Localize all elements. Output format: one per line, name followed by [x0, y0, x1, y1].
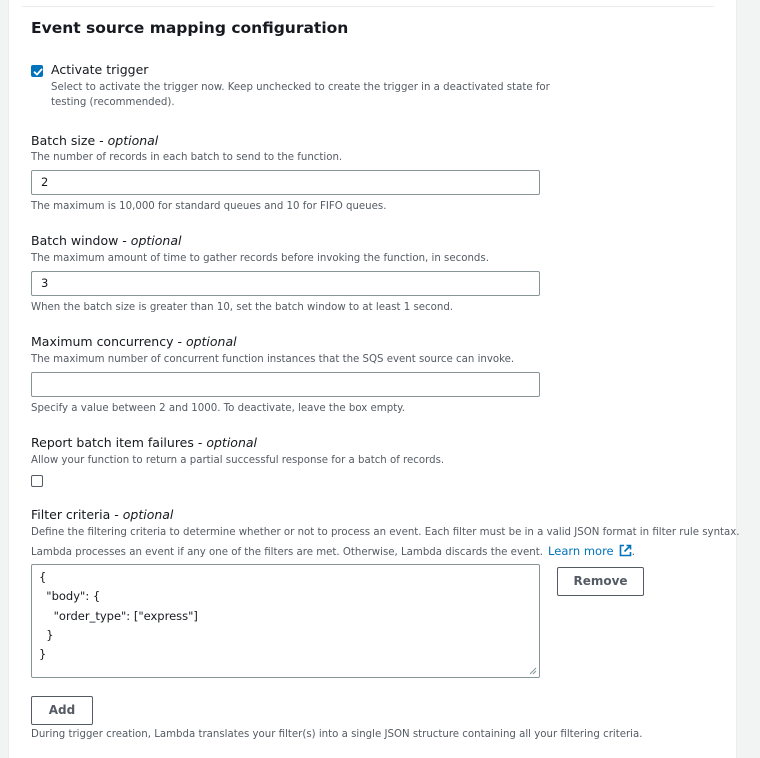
- batch-window-hint: When the batch size is greater than 10, …: [31, 302, 454, 313]
- learn-more-link[interactable]: Learn more: [548, 544, 614, 558]
- batch-window-desc: The maximum amount of time to gather rec…: [31, 253, 489, 264]
- code-line: }: [39, 628, 54, 642]
- batch-window-input[interactable]: 3: [31, 271, 540, 296]
- batch-size-label: Batch size - optional: [31, 133, 159, 148]
- section-title: Event source mapping configuration: [31, 19, 349, 37]
- activate-trigger-label: Activate trigger: [51, 62, 149, 77]
- max-concurrency-hint: Specify a value between 2 and 1000. To d…: [31, 403, 405, 414]
- report-failures-desc: Allow your function to return a partial …: [31, 455, 445, 466]
- max-concurrency-desc: The maximum number of concurrent functio…: [31, 354, 515, 365]
- batch-size-input[interactable]: 2: [31, 170, 540, 195]
- code-line: }: [39, 647, 47, 661]
- resize-handle-icon[interactable]: [528, 666, 537, 675]
- external-link-icon[interactable]: [619, 544, 632, 557]
- filter-criteria-desc-line2: Lambda processes an event if any one of …: [31, 547, 543, 558]
- filter-criteria-label: Filter criteria - optional: [31, 507, 174, 522]
- filter-criteria-desc-line1: Define the filtering criteria to determi…: [31, 527, 740, 538]
- remove-filter-button[interactable]: Remove: [557, 567, 644, 596]
- filter-criteria-desc-line2-row: Lambda processes an event if any one of …: [31, 540, 635, 560]
- activate-trigger-desc-line1: Select to activate the trigger now. Keep…: [51, 82, 550, 93]
- max-concurrency-input[interactable]: [31, 372, 540, 397]
- filter-footer-note: During trigger creation, Lambda translat…: [31, 729, 643, 740]
- report-failures-checkbox[interactable]: [31, 475, 43, 487]
- add-filter-button[interactable]: Add: [31, 696, 93, 725]
- max-concurrency-label: Maximum concurrency - optional: [31, 334, 237, 349]
- filter-json-textarea[interactable]: { "body": { "order_type": ["express"] } …: [31, 564, 540, 678]
- code-line: {: [39, 570, 47, 584]
- check-icon: [33, 68, 43, 76]
- top-divider: [22, 6, 714, 7]
- batch-size-hint: The maximum is 10,000 for standard queue…: [31, 201, 387, 212]
- code-line: "body": {: [39, 589, 101, 603]
- batch-window-label: Batch window - optional: [31, 233, 182, 248]
- activate-trigger-desc-line2: testing (recommended).: [51, 97, 175, 108]
- code-line: "order_type": ["express"]: [39, 609, 198, 623]
- batch-size-desc: The number of records in each batch to s…: [31, 152, 343, 163]
- report-failures-label: Report batch item failures - optional: [31, 435, 258, 450]
- filter-criteria-period: .: [631, 547, 635, 558]
- activate-trigger-checkbox[interactable]: [31, 65, 43, 77]
